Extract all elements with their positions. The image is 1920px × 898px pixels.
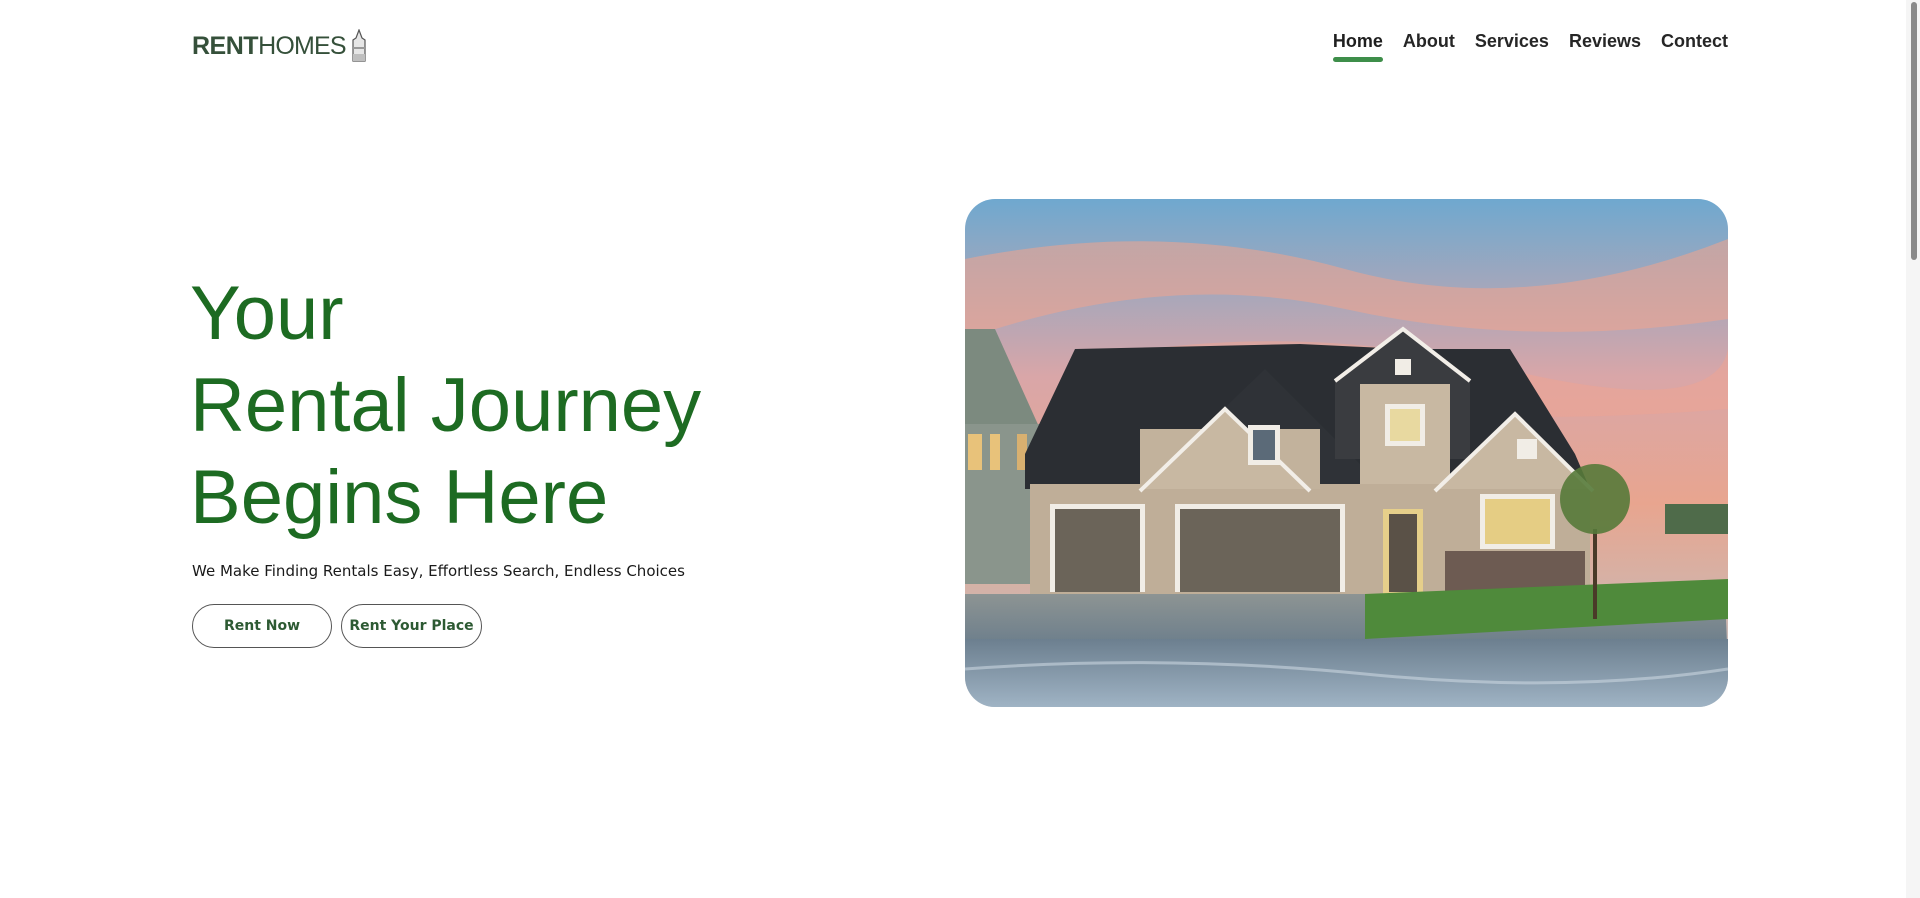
page: RENT HOMES Home About Services Reviews C… [0,0,1920,898]
nav-services[interactable]: Services [1475,31,1549,62]
main-nav: Home About Services Reviews Contect [1332,31,1728,62]
brand-logo[interactable]: RENT HOMES [192,28,367,64]
bottle-tower-icon [351,28,367,63]
brand-name-light: HOMES [258,31,346,60]
nav-about[interactable]: About [1403,31,1455,62]
hero-title-line-2: Rental Journey [190,363,702,448]
nav-reviews[interactable]: Reviews [1569,31,1641,62]
hero-title: Your Rental Journey Begins Here [190,268,701,544]
rent-now-button[interactable]: Rent Now [192,604,332,648]
hero-subtitle: We Make Finding Rentals Easy, Effortless… [192,562,685,580]
scrollbar-track[interactable] [1906,0,1920,898]
hero-title-line-1: Your [190,271,344,356]
scrollbar-thumb[interactable] [1911,2,1917,260]
nav-contact[interactable]: Contect [1661,31,1728,62]
hero-house-image [965,199,1728,707]
nav-home[interactable]: Home [1332,31,1383,62]
hero-title-line-3: Begins Here [190,455,609,540]
rent-your-place-button[interactable]: Rent Your Place [341,604,482,648]
brand-name-bold: RENT [192,31,259,60]
